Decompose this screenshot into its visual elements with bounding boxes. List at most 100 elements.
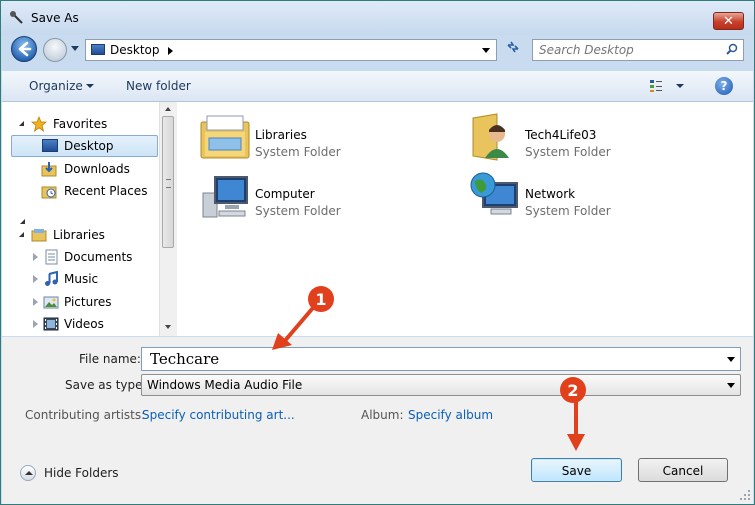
item-name: Libraries [255, 128, 307, 142]
sidebar-label-recent-places: Recent Places [64, 184, 148, 198]
sidebar-label-downloads: Downloads [64, 162, 130, 176]
item-type: System Folder [525, 145, 611, 159]
desktop-icon [91, 44, 105, 55]
breadcrumb-chevron-icon[interactable] [168, 47, 173, 55]
save-as-type-select[interactable]: Windows Media Audio File [141, 374, 741, 396]
scroll-down-arrow-icon[interactable] [165, 325, 171, 329]
collapse-chevron-icon[interactable] [19, 121, 24, 126]
sidebar-item-videos[interactable]: Videos [2, 313, 159, 335]
contributing-artists-link[interactable]: Specify contributing art... [142, 408, 295, 422]
expand-chevron-icon[interactable] [33, 275, 38, 283]
sidebar-label-documents: Documents [64, 250, 133, 264]
cancel-button[interactable]: Cancel [638, 458, 728, 482]
downloads-icon [41, 162, 57, 177]
videos-icon [43, 317, 59, 331]
sidebar-label-pictures: Pictures [64, 295, 112, 309]
hide-folders-toggle[interactable]: Hide Folders [20, 463, 120, 483]
sidebar-label-libraries: Libraries [53, 228, 105, 242]
item-type: System Folder [525, 204, 611, 218]
network-icon [470, 172, 518, 215]
resize-grip-icon[interactable] [737, 487, 751, 501]
sidebar-group-libraries[interactable]: Libraries [2, 224, 159, 246]
save-button[interactable]: Save [531, 458, 622, 482]
recent-places-icon [41, 186, 57, 199]
list-item-computer[interactable]: Computer System Folder [177, 169, 427, 219]
libraries-icon [31, 229, 47, 242]
file-name-field[interactable] [141, 347, 741, 371]
file-name-dropdown-icon[interactable] [727, 357, 735, 362]
sidebar-group-favorites[interactable]: Favorites [2, 113, 159, 135]
search-icon[interactable] [726, 43, 738, 55]
sidebar-item-pictures[interactable]: Pictures [2, 291, 159, 313]
new-folder-button[interactable]: New folder [126, 79, 191, 93]
view-options-chevron-down-icon[interactable] [676, 84, 684, 88]
address-location[interactable]: Desktop [110, 43, 160, 57]
expand-chevron-icon[interactable] [33, 253, 38, 261]
sidebar-item-documents[interactable]: Documents [2, 246, 159, 268]
item-type: System Folder [255, 204, 341, 218]
star-icon [31, 116, 47, 132]
file-name-label: File name: [79, 352, 141, 366]
user-folder-icon [472, 113, 509, 161]
window-title: Save As [31, 11, 79, 25]
back-button[interactable] [11, 36, 37, 62]
command-toolbar: Organize New folder ? [2, 71, 753, 102]
refresh-button[interactable] [501, 39, 525, 61]
libraries-icon [200, 115, 250, 159]
sidebar-item-desktop[interactable]: Desktop [11, 135, 158, 157]
search-input[interactable] [539, 43, 719, 57]
organize-button[interactable]: Organize [29, 79, 83, 93]
recent-pages-chevron-icon[interactable] [71, 46, 79, 51]
list-item-network[interactable]: Network System Folder [447, 169, 697, 219]
navigation-pane: Favorites Desktop Downloads Recent Place… [2, 102, 159, 336]
item-name: Network [525, 187, 576, 201]
scroll-up-arrow-icon[interactable] [165, 107, 171, 111]
save-as-type-dropdown-icon[interactable] [727, 383, 735, 388]
refresh-icon [507, 41, 519, 53]
navigation-pane-scrollbar[interactable] [159, 102, 177, 336]
documents-icon [45, 249, 58, 265]
list-item-tech4life03[interactable]: Tech4Life03 System Folder [447, 110, 697, 161]
computer-icon [202, 176, 248, 218]
list-item-libraries[interactable]: Libraries System Folder [177, 110, 427, 160]
save-as-dialog: Save As ✕ Desktop Organize New folder [0, 0, 755, 505]
title-bar: Save As ✕ [1, 1, 754, 35]
music-icon [45, 271, 58, 286]
file-name-input[interactable] [150, 350, 710, 368]
expand-chevron-icon[interactable] [33, 298, 38, 306]
help-icon[interactable]: ? [715, 77, 733, 95]
sidebar-item-recent-places[interactable]: Recent Places [2, 180, 159, 202]
forward-button[interactable] [43, 38, 67, 62]
back-arrow-icon [18, 41, 32, 57]
sidebar-label-videos: Videos [64, 317, 104, 331]
item-name: Tech4Life03 [525, 128, 597, 142]
album-link[interactable]: Specify album [408, 408, 493, 422]
address-dropdown-icon[interactable] [482, 48, 490, 53]
sidebar-item-music[interactable]: Music [2, 268, 159, 290]
collapse-chevron-icon[interactable] [19, 232, 24, 237]
pictures-icon [43, 296, 59, 309]
sidebar-label-music: Music [64, 272, 99, 286]
sidebar-item-downloads[interactable]: Downloads [2, 158, 159, 180]
close-button[interactable]: ✕ [713, 12, 744, 30]
scrollbar-grip-icon [166, 179, 171, 188]
hide-folders-chevron-up-icon[interactable] [20, 465, 36, 481]
desktop-icon [42, 139, 58, 152]
expand-chevron-icon[interactable] [33, 320, 38, 328]
save-as-type-value: Windows Media Audio File [147, 378, 303, 392]
change-view-icon[interactable] [649, 79, 663, 93]
address-bar[interactable]: Desktop [85, 39, 497, 61]
item-type: System Folder [255, 145, 341, 159]
file-list-pane: Libraries System Folder Tech4Life03 Syst… [177, 102, 753, 336]
scrollbar-thumb[interactable] [162, 116, 174, 248]
item-name: Computer [255, 187, 315, 201]
close-icon: ✕ [723, 14, 734, 29]
album-label: Album: [361, 408, 404, 422]
hide-folders-label: Hide Folders [44, 466, 119, 480]
save-as-type-label: Save as type: [65, 378, 147, 392]
sidebar-label-favorites: Favorites [53, 117, 108, 131]
microphone-icon [10, 11, 23, 24]
organize-chevron-down-icon[interactable] [86, 84, 94, 88]
search-box[interactable] [532, 39, 744, 61]
contributing-artists-label: Contributing artists: [25, 408, 146, 422]
